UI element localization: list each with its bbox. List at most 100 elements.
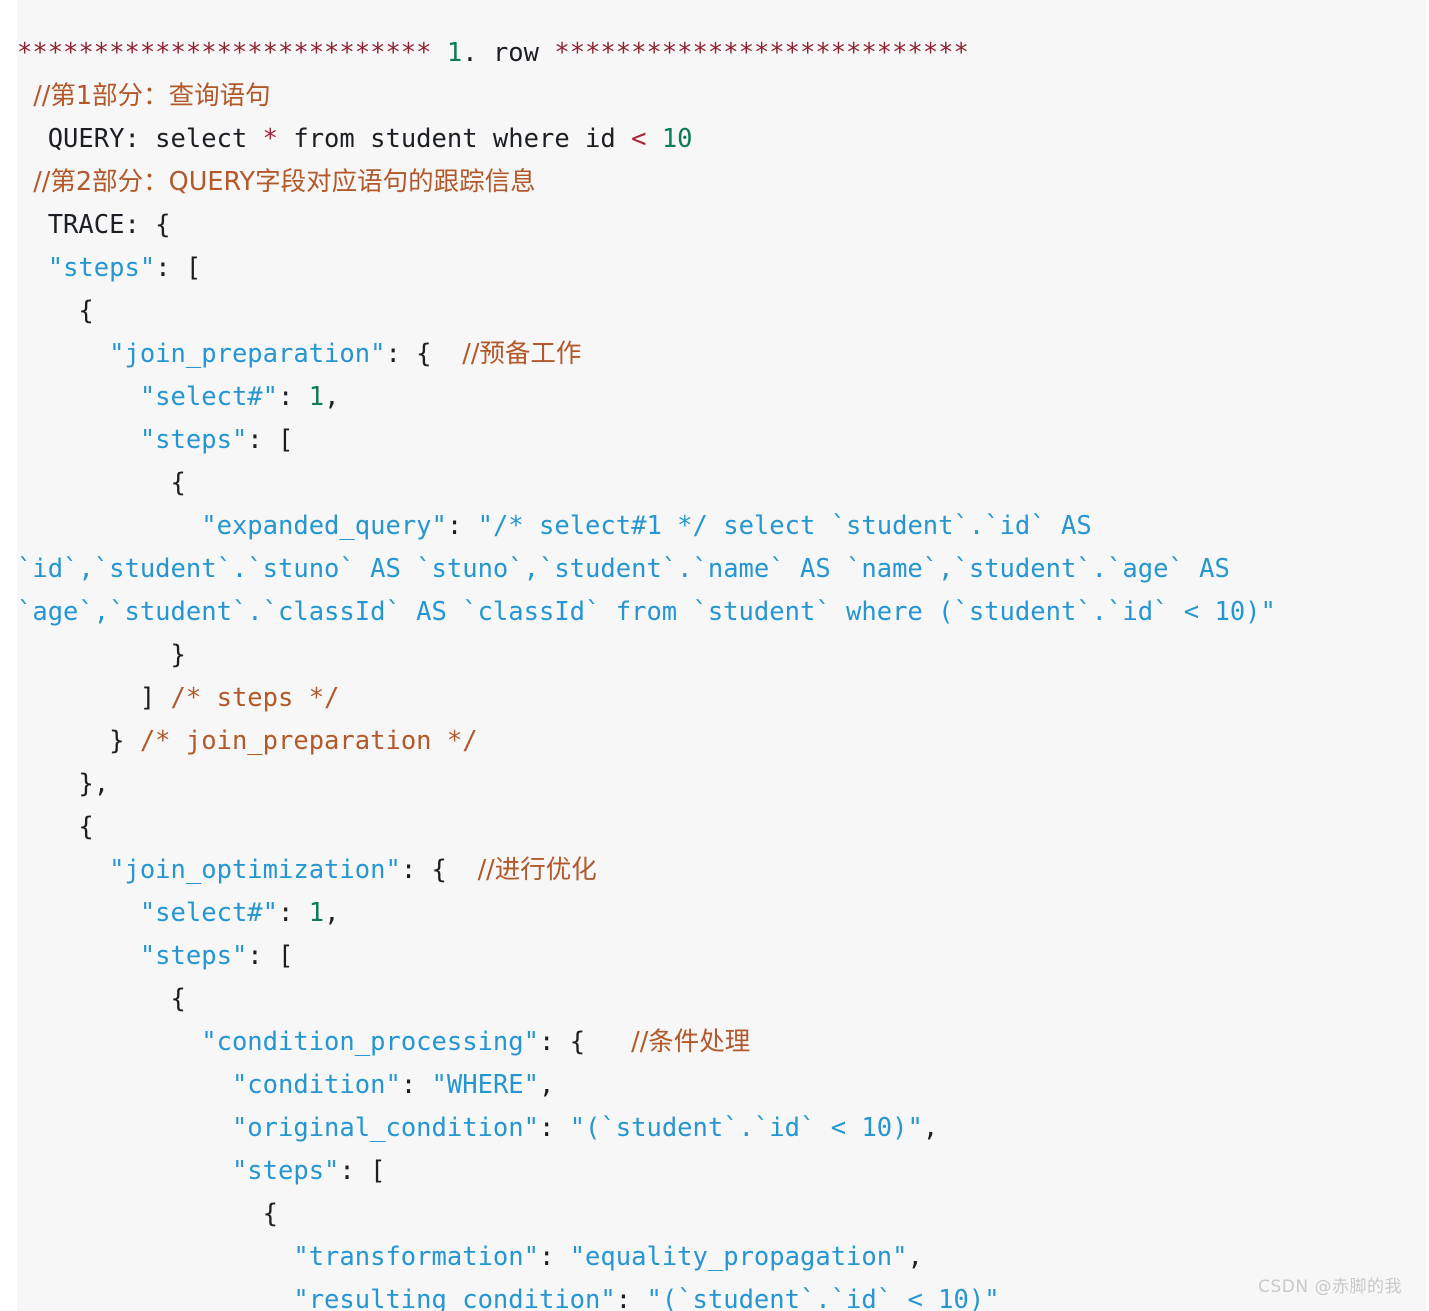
line-steps-open-1: "steps": [ bbox=[17, 247, 1276, 290]
token-comment: //第2部分：QUERY字段对应语句的跟踪信息 bbox=[17, 166, 536, 197]
token-plain: } bbox=[17, 639, 186, 670]
token-num: 1 bbox=[308, 381, 325, 412]
token-plain: , bbox=[539, 1069, 555, 1100]
line-comment-part1: //第1部分：查询语句 bbox=[17, 75, 1276, 118]
line-expanded-query-c: `age`,`student`.`classId` AS `classId` f… bbox=[17, 591, 1276, 634]
token-plain: } bbox=[17, 725, 140, 756]
token-key: "original_condition" bbox=[231, 1112, 539, 1143]
line-original-condition: "original_condition": "(`student`.`id` <… bbox=[17, 1107, 1276, 1150]
line-resulting-condition: "resulting_condition": "(`student`.`id` … bbox=[17, 1279, 1276, 1311]
token-str: `age`,`student`.`classId` AS `classId` f… bbox=[17, 596, 1276, 627]
token-key: "steps" bbox=[47, 252, 156, 283]
line-brace-open-5: { bbox=[17, 1193, 1276, 1236]
token-hdr-num: 1 bbox=[446, 37, 463, 68]
token-comment: //条件处理 bbox=[631, 1026, 751, 1057]
line-condition-processing: "condition_processing": { //条件处理 bbox=[17, 1021, 1276, 1064]
line-condition: "condition": "WHERE", bbox=[17, 1064, 1276, 1107]
token-hdr-txt: . row bbox=[462, 37, 555, 68]
token-comment: /* join_preparation */ bbox=[139, 725, 478, 756]
token-plain: , bbox=[922, 1112, 939, 1143]
token-plain: , bbox=[907, 1241, 923, 1272]
line-join-preparation: "join_preparation": { //预备工作 bbox=[17, 333, 1276, 376]
line-header: *************************** 1. row *****… bbox=[17, 32, 1276, 75]
line-expanded-query-b: `id`,`student`.`stuno` AS `stuno`,`stude… bbox=[17, 548, 1276, 591]
token-plain: , bbox=[324, 897, 340, 928]
line-steps-close-1: ] /* steps */ bbox=[17, 677, 1276, 720]
line-query: QUERY: select * from student where id < … bbox=[17, 118, 1276, 161]
token-str: "/* select#1 */ select `student`.`id` AS bbox=[477, 510, 1092, 541]
token-comment: //第1部分：查询语句 bbox=[17, 80, 271, 111]
token-key: "steps" bbox=[139, 940, 248, 971]
token-plain: { bbox=[17, 1198, 278, 1229]
token-comment: /* steps */ bbox=[170, 682, 340, 713]
token-plain: { bbox=[17, 467, 186, 498]
token-hdr-star: *************************** bbox=[554, 37, 969, 68]
line-brace-open-2: { bbox=[17, 462, 1276, 505]
token-plain: : bbox=[278, 897, 309, 928]
token-str: "(`student`.`id` < 10)" bbox=[646, 1284, 1000, 1311]
token-key: "select#" bbox=[139, 897, 278, 928]
token-key: "condition_processing" bbox=[201, 1026, 539, 1057]
token-key: "steps" bbox=[139, 424, 248, 455]
token-plain: : [ bbox=[339, 1155, 386, 1186]
line-join-optimization: "join_optimization": { //进行优化 bbox=[17, 849, 1276, 892]
csdn-watermark: CSDN @赤脚的我 bbox=[1258, 1277, 1402, 1297]
mysql-optimizer-trace-output[interactable]: *************************** 1. row *****… bbox=[17, 26, 1276, 1311]
token-key: "transformation" bbox=[293, 1241, 539, 1272]
line-brace-close-comma-1: }, bbox=[17, 763, 1276, 806]
token-plain: TRACE: { bbox=[17, 209, 171, 240]
token-key: "resulting_condition" bbox=[293, 1284, 616, 1311]
token-plain: { bbox=[17, 983, 186, 1014]
token-plain: ] bbox=[17, 682, 171, 713]
line-brace-open-1: { bbox=[17, 290, 1276, 333]
token-plain: : [ bbox=[247, 424, 294, 455]
code-output-surface: *************************** 1. row *****… bbox=[17, 0, 1426, 1311]
token-str: "equality_propagation" bbox=[569, 1241, 908, 1272]
token-comment: //进行优化 bbox=[477, 854, 597, 885]
token-plain: : bbox=[615, 1284, 647, 1311]
token-str: "WHERE" bbox=[431, 1069, 540, 1100]
token-plain: : { bbox=[385, 338, 463, 369]
token-num: 10 bbox=[661, 123, 693, 154]
token-plain: : bbox=[538, 1112, 570, 1143]
token-key: "select#" bbox=[139, 381, 278, 412]
line-brace-close-2: } bbox=[17, 634, 1276, 677]
line-transformation: "transformation": "equality_propagation"… bbox=[17, 1236, 1276, 1279]
token-plain: : { bbox=[400, 854, 478, 885]
line-steps-open-2: "steps": [ bbox=[17, 419, 1276, 462]
token-op: * bbox=[262, 123, 278, 154]
token-plain: { bbox=[17, 811, 94, 842]
token-key: "expanded_query" bbox=[201, 510, 447, 541]
line-brace-open-3: { bbox=[17, 806, 1276, 849]
line-steps-open-4: "steps": [ bbox=[17, 1150, 1276, 1193]
line-brace-open-4: { bbox=[17, 978, 1276, 1021]
token-plain: : bbox=[278, 381, 309, 412]
token-plain: QUERY: select bbox=[17, 123, 263, 154]
token-plain: from student where id bbox=[278, 123, 632, 154]
token-key: "steps" bbox=[231, 1155, 340, 1186]
token-key: "join_optimization" bbox=[109, 854, 401, 885]
line-expanded-query-a: "expanded_query": "/* select#1 */ select… bbox=[17, 505, 1276, 548]
token-str: `id`,`student`.`stuno` AS `stuno`,`stude… bbox=[17, 553, 1230, 584]
line-steps-open-3: "steps": [ bbox=[17, 935, 1276, 978]
token-comment: //预备工作 bbox=[462, 338, 582, 369]
token-plain: : [ bbox=[155, 252, 202, 283]
token-str: "(`student`.`id` < 10)" bbox=[569, 1112, 923, 1143]
line-comment-part2: //第2部分：QUERY字段对应语句的跟踪信息 bbox=[17, 161, 1276, 204]
token-plain: { bbox=[17, 295, 94, 326]
token-plain: : [ bbox=[247, 940, 294, 971]
token-plain: , bbox=[324, 381, 340, 412]
